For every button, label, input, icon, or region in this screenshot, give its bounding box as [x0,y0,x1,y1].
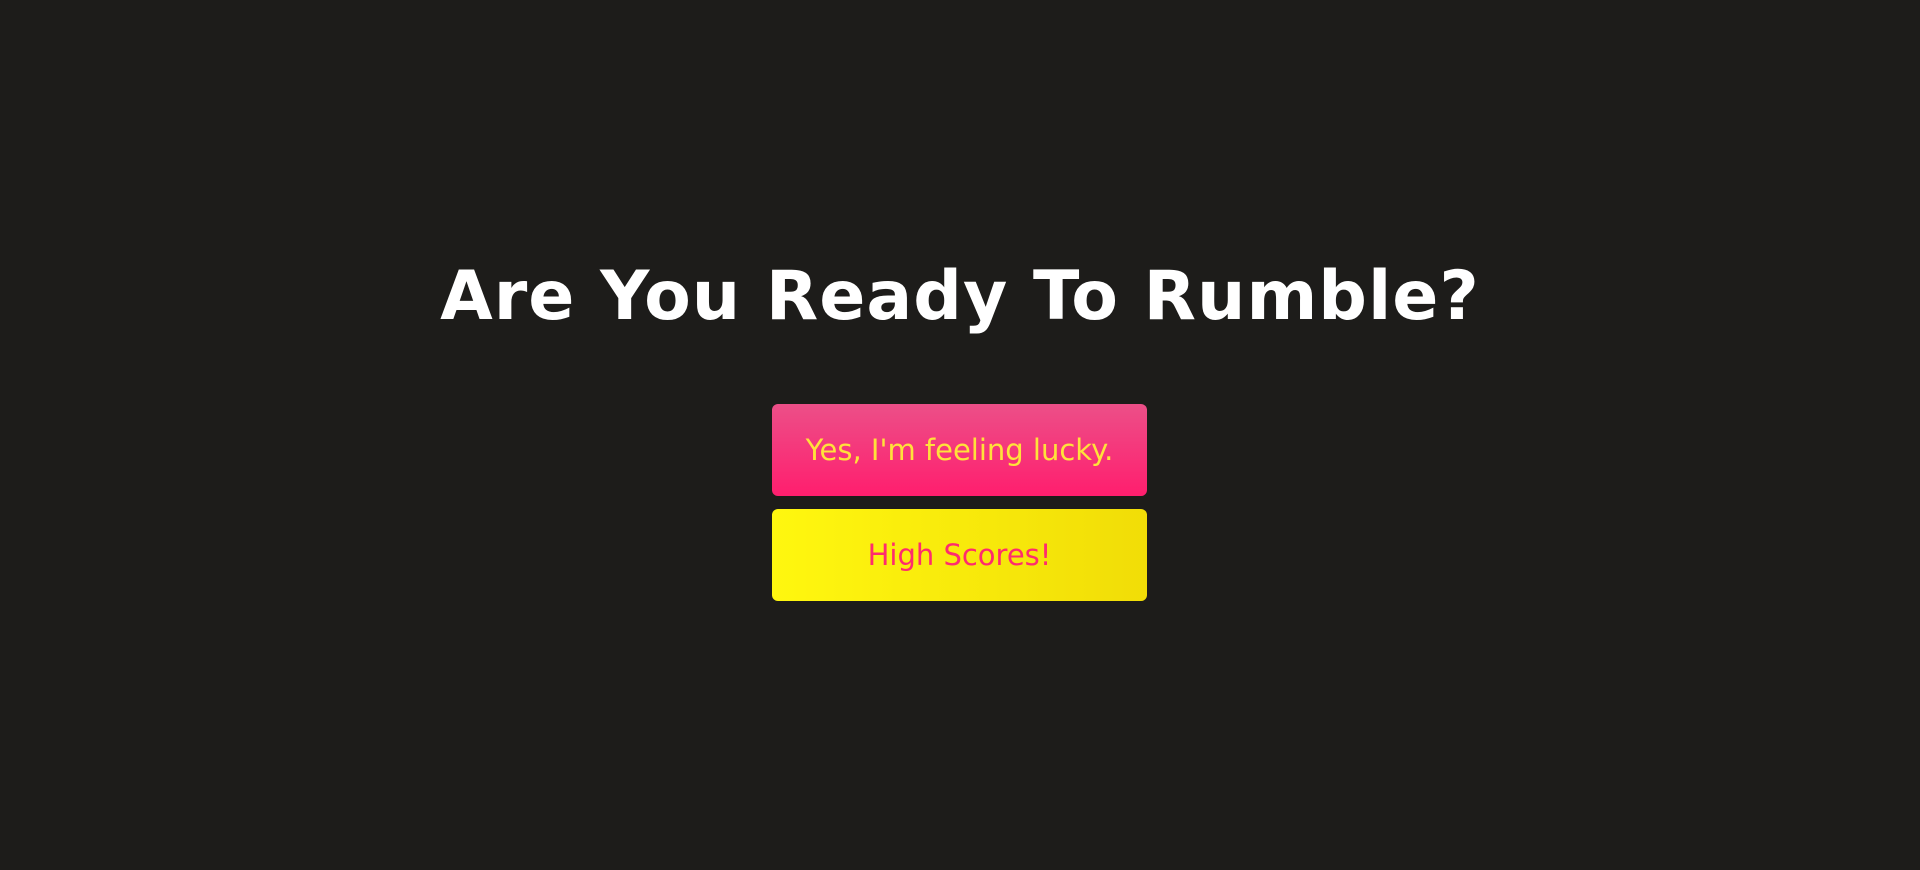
game-title: Are You Ready To Rumble? [440,257,1480,336]
start-game-button[interactable]: Yes, I'm feeling lucky. [772,404,1147,496]
main-menu: Yes, I'm feeling lucky. High Scores! [772,404,1147,614]
high-scores-button[interactable]: High Scores! [772,509,1147,601]
start-screen: Are You Ready To Rumble? Yes, I'm feelin… [0,0,1920,870]
